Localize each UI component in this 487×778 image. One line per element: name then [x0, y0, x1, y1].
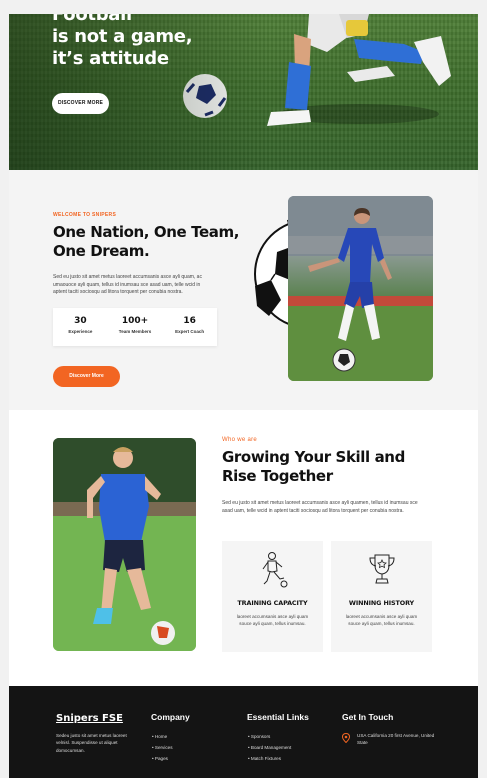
- stat-value: 16: [183, 316, 196, 326]
- skills-title-line: Growing Your Skill and: [222, 448, 405, 466]
- footer-description: Sedeu justo sit amet metus laoreet velni…: [56, 733, 127, 753]
- hero-title-line: Football: [52, 14, 132, 25]
- footer-link-sponsors[interactable]: Sponsors: [248, 734, 291, 745]
- footer-heading-contact: Get In Touch: [342, 712, 394, 722]
- page: Football is not a game, it’s attitude DI…: [9, 14, 478, 778]
- footer-heading-company: Company: [151, 712, 190, 722]
- footer-heading-essential: Essential Links: [247, 712, 309, 722]
- stat-value: 100+: [121, 316, 149, 326]
- stat-value: 30: [74, 316, 87, 326]
- about-body: Sed eu justo sit amet metus laoreet accu…: [53, 274, 202, 296]
- player-kicking-icon: [262, 552, 288, 588]
- footer: Snipers FSE Sedeu justo sit amet metus l…: [9, 686, 478, 778]
- card-title: TRAINING CAPACITY: [237, 599, 308, 607]
- training-photo: [53, 438, 196, 651]
- trophy-icon: [369, 554, 395, 584]
- skills-title: Growing Your Skill and Rise Together: [222, 448, 422, 486]
- discover-more-button[interactable]: Discover More: [53, 366, 120, 387]
- footer-company-links: Home Services Pages: [152, 734, 173, 767]
- about-eyebrow: WELCOME TO SNIPERS: [53, 212, 117, 218]
- feature-card-winning: WINNING HISTORY laoreet accumsanis asce …: [331, 541, 432, 652]
- footer-brand-link[interactable]: Snipers FSE: [56, 713, 123, 724]
- skills-body: Sed eu justo sit amet metus laoreet accu…: [222, 500, 418, 514]
- location-pin-icon: [342, 733, 350, 743]
- stat-label: Expert Coach: [175, 329, 205, 334]
- about-title: One Nation, One Team, One Dream.: [53, 223, 253, 261]
- about-title-line: One Dream.: [53, 242, 150, 260]
- footer-link-pages[interactable]: Pages: [152, 756, 173, 767]
- footer-link-match-fixtures[interactable]: Match Fixtures: [248, 756, 291, 767]
- hero-title-line: is not a game,: [52, 26, 193, 47]
- about-title-line: One Nation, One Team,: [53, 223, 240, 241]
- stat-team-members: 100+ Team Members: [108, 308, 163, 346]
- footer-link-board-management[interactable]: Board Management: [248, 745, 291, 756]
- stat-expert-coach: 16 Expert Coach: [162, 308, 217, 346]
- card-text: laoreet accumsanis asce ayli quam souce …: [236, 614, 309, 626]
- about-section: WELCOME TO SNIPERS One Nation, One Team,…: [9, 170, 478, 410]
- feature-card-training: TRAINING CAPACITY laoreet accumsanis asc…: [222, 541, 323, 652]
- stat-experience: 30 Experience: [53, 308, 108, 346]
- skills-section: Who we are Growing Your Skill and Rise T…: [9, 410, 478, 686]
- skills-eyebrow: Who we are: [222, 437, 258, 443]
- discover-more-button[interactable]: DISCOVER MORE: [52, 93, 109, 114]
- player-photo: [288, 196, 433, 381]
- hero-title-line: it’s attitude: [52, 48, 169, 69]
- hero-section: Football is not a game, it’s attitude DI…: [9, 14, 478, 170]
- footer-link-services[interactable]: Services: [152, 745, 173, 756]
- footer-address: USA California 20 first Avenue, United S…: [357, 733, 435, 746]
- hero-title: Football is not a game, it’s attitude: [52, 14, 272, 70]
- skills-title-line: Rise Together: [222, 467, 333, 485]
- player-dribbling-image: [53, 438, 196, 651]
- stat-label: Experience: [68, 329, 93, 334]
- footer-essential-links: Sponsors Board Management Match Fixtures: [248, 734, 291, 767]
- stats-box: 30 Experience 100+ Team Members 16 Exper…: [53, 308, 217, 346]
- player-running-image: [288, 196, 433, 381]
- footer-link-home[interactable]: Home: [152, 734, 173, 745]
- card-title: WINNING HISTORY: [348, 599, 415, 607]
- card-text: laoreet accumsanis asce ayli quam souce …: [345, 614, 418, 626]
- stat-label: Team Members: [118, 329, 152, 334]
